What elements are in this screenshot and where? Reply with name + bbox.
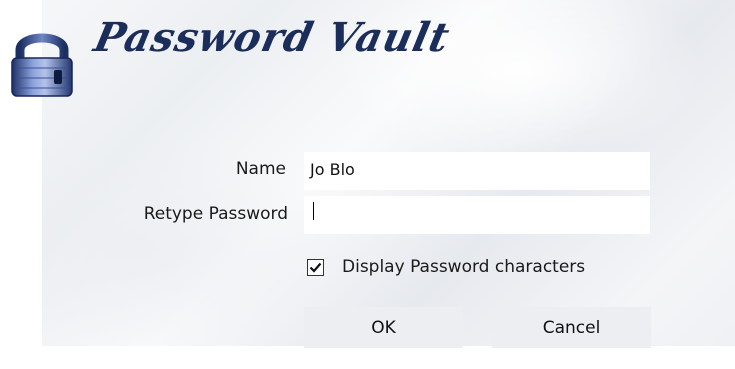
- cancel-button[interactable]: Cancel: [492, 307, 651, 348]
- app-title: Password Vault: [90, 14, 455, 61]
- display-password-checkbox[interactable]: [307, 259, 324, 276]
- name-value: Jo Blo: [310, 160, 355, 179]
- checkmark-icon: [309, 262, 322, 273]
- ok-button[interactable]: OK: [304, 307, 463, 348]
- retype-password-label: Retype Password: [143, 204, 288, 224]
- name-label: Name: [235, 159, 286, 179]
- bottom-margin: [0, 346, 735, 369]
- text-caret: [313, 202, 314, 220]
- padlock-icon: [11, 33, 73, 97]
- retype-password-field[interactable]: [304, 196, 650, 234]
- name-field[interactable]: Jo Blo: [304, 152, 650, 190]
- display-password-label: Display Password characters: [342, 257, 586, 277]
- login-dialog: Password Vault Name Jo Blo Retype Passwo…: [0, 0, 735, 369]
